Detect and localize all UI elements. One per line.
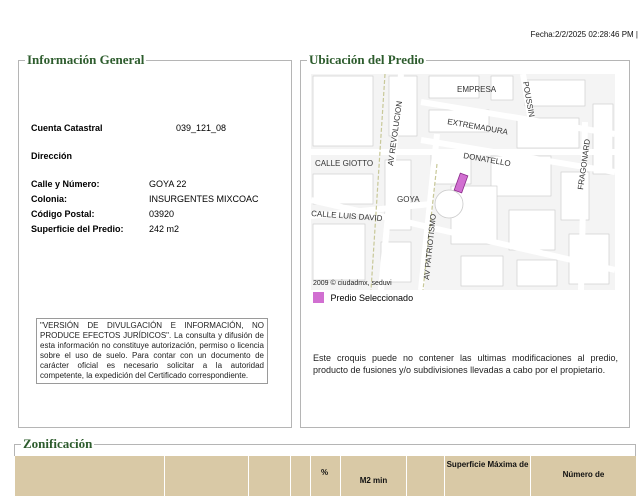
predio-legend-swatch [313,292,324,303]
cuenta-catastral-label: Cuenta Catastral [31,123,103,133]
zon-col-3 [248,456,290,496]
street-goya: GOYA [397,195,420,204]
codigo-postal-label: Código Postal: [31,209,95,219]
map-canvas: EMPRESA POUSSIN AV REVOLUCION EXTREMADUR… [311,74,615,290]
croquis-note: Este croquis puede no contener las ultim… [313,353,618,375]
zon-col-superficie: Superficie Máxima de [444,456,530,496]
cuenta-catastral-value: 039_121_08 [176,123,227,133]
cuenta-catastral-row: Cuenta Catastral 039_121_08 [31,123,226,133]
calle-value: GOYA 22 [149,179,187,189]
zon-col-2 [164,456,248,496]
disclaimer-box: "VERSIÓN DE DIVULGACIÓN E INFORMACIÓN, N… [36,318,268,384]
predio-legend: Predio Seleccionado [313,292,413,303]
colonia-row: Colonia: INSURGENTES MIXCOAC [31,194,259,204]
zon-col-numero: Número de [530,456,636,496]
codigo-postal-row: Código Postal: 03920 [31,209,174,219]
direccion-heading: Dirección [31,151,73,161]
ubicacion-predio-title: Ubicación del Predio [309,52,425,67]
colonia-value: INSURGENTES MIXCOAC [149,194,259,204]
codigo-postal-value: 03920 [149,209,175,219]
map-attribution: 2009 © ciudadmx, seduvi [313,280,392,287]
fecha-timestamp: Fecha:2/2/2025 02:28:46 PM | [530,30,638,39]
superficie-label: Superficie del Predio: [31,224,124,234]
zon-col-pct: % [310,456,338,496]
zon-col-1 [14,456,164,496]
superficie-value: 242 m2 [149,224,180,234]
direccion-heading-row: Dirección [31,151,72,161]
informacion-general-title: Información General [27,52,145,67]
zonificacion-table: % M2 min Superficie Máxima de Número de [14,436,636,496]
zon-col-m2min: M2 min [340,456,406,496]
colonia-label: Colonia: [31,194,67,204]
street-empresa: EMPRESA [457,85,497,94]
predio-legend-label: Predio Seleccionado [330,293,414,303]
street-giotto: CALLE GIOTTO [315,159,373,168]
calle-label: Calle y Número: [31,179,100,189]
calle-row: Calle y Número: GOYA 22 [31,179,186,189]
location-map[interactable]: EMPRESA POUSSIN AV REVOLUCION EXTREMADUR… [311,74,615,290]
zon-col-5 [406,456,434,496]
superficie-row: Superficie del Predio: 242 m2 [31,224,179,234]
